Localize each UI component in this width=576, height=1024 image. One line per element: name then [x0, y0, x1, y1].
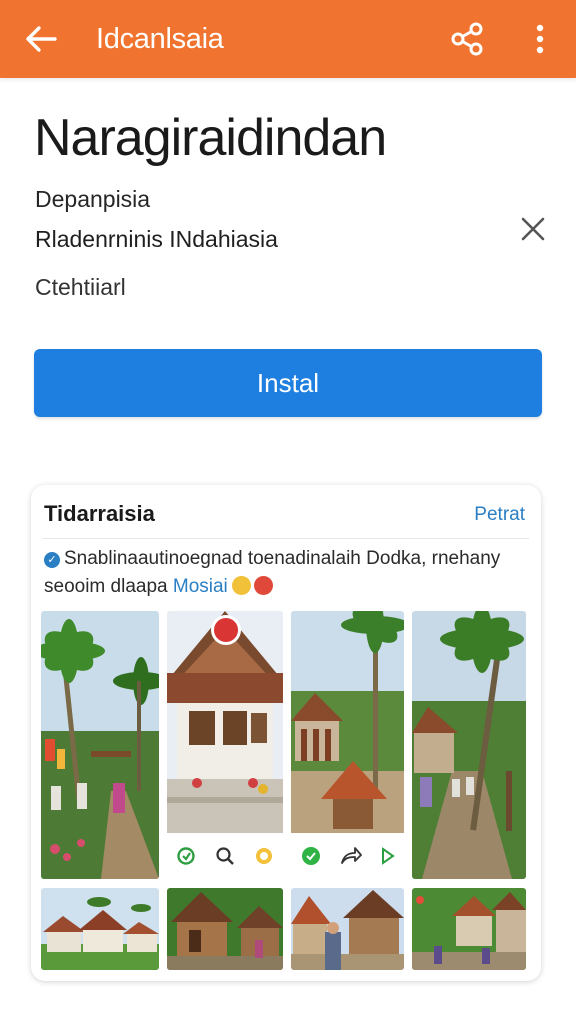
- screenshot-forest-houses[interactable]: [412, 888, 526, 970]
- screenshot-action-bar: [167, 833, 283, 879]
- preview-card: Tidarraisia Petrat ✓ Snablinaautinoegnad …: [31, 485, 541, 981]
- app-region: Rladenrninis INdahiasia: [35, 226, 278, 252]
- preview-more-link[interactable]: Petrat: [474, 504, 525, 526]
- more-vertical-icon[interactable]: [522, 18, 558, 60]
- refresh-icon[interactable]: [176, 846, 196, 866]
- install-button[interactable]: Instal: [34, 349, 542, 417]
- preview-title: Tidarraisia: [44, 501, 155, 526]
- whatsapp-icon[interactable]: [300, 845, 322, 867]
- arrow-left-icon[interactable]: [22, 20, 60, 58]
- play-icon[interactable]: [381, 847, 395, 865]
- smiley-emoji-icon: [231, 576, 251, 595]
- flag-badge-icon: [211, 615, 241, 645]
- description-line-1: Snablinaautinoegnad toenadinalaih Dodka,…: [64, 548, 501, 569]
- description-line-2: seooim dlaapa: [44, 576, 168, 597]
- screenshot-village-lawn[interactable]: [41, 888, 159, 970]
- search-icon[interactable]: [215, 846, 235, 866]
- share-arrow-icon[interactable]: [340, 846, 363, 866]
- flower-emoji-icon: [253, 576, 273, 595]
- chat-icon[interactable]: [254, 846, 274, 866]
- screenshot-courtyard-shrine[interactable]: [291, 611, 404, 879]
- screenshot-traditional-house[interactable]: [167, 611, 283, 879]
- close-icon[interactable]: [514, 210, 552, 248]
- app-category: Ctehtiiarl: [35, 274, 126, 300]
- verified-icon: ✓: [44, 552, 60, 568]
- screenshot-palm-village-path[interactable]: [41, 611, 159, 879]
- developer-name[interactable]: Depanpisia: [35, 184, 150, 214]
- app-bar: Idcanlsaia: [0, 0, 576, 78]
- app-name: Naragiraidindan: [34, 109, 387, 167]
- divider: [43, 538, 529, 539]
- screenshot-palm-walkway[interactable]: [412, 611, 526, 879]
- share-icon[interactable]: [446, 18, 488, 60]
- screenshot-action-bar: [291, 833, 404, 879]
- screenshot-wooden-hut[interactable]: [167, 888, 283, 970]
- app-bar-title: Idcanlsaia: [96, 23, 224, 55]
- screenshot-market-street[interactable]: [291, 888, 404, 970]
- description-link[interactable]: Mosiai: [173, 576, 228, 597]
- preview-description: ✓ Snablinaautinoegnad toenadinalaih Dodka…: [44, 545, 514, 601]
